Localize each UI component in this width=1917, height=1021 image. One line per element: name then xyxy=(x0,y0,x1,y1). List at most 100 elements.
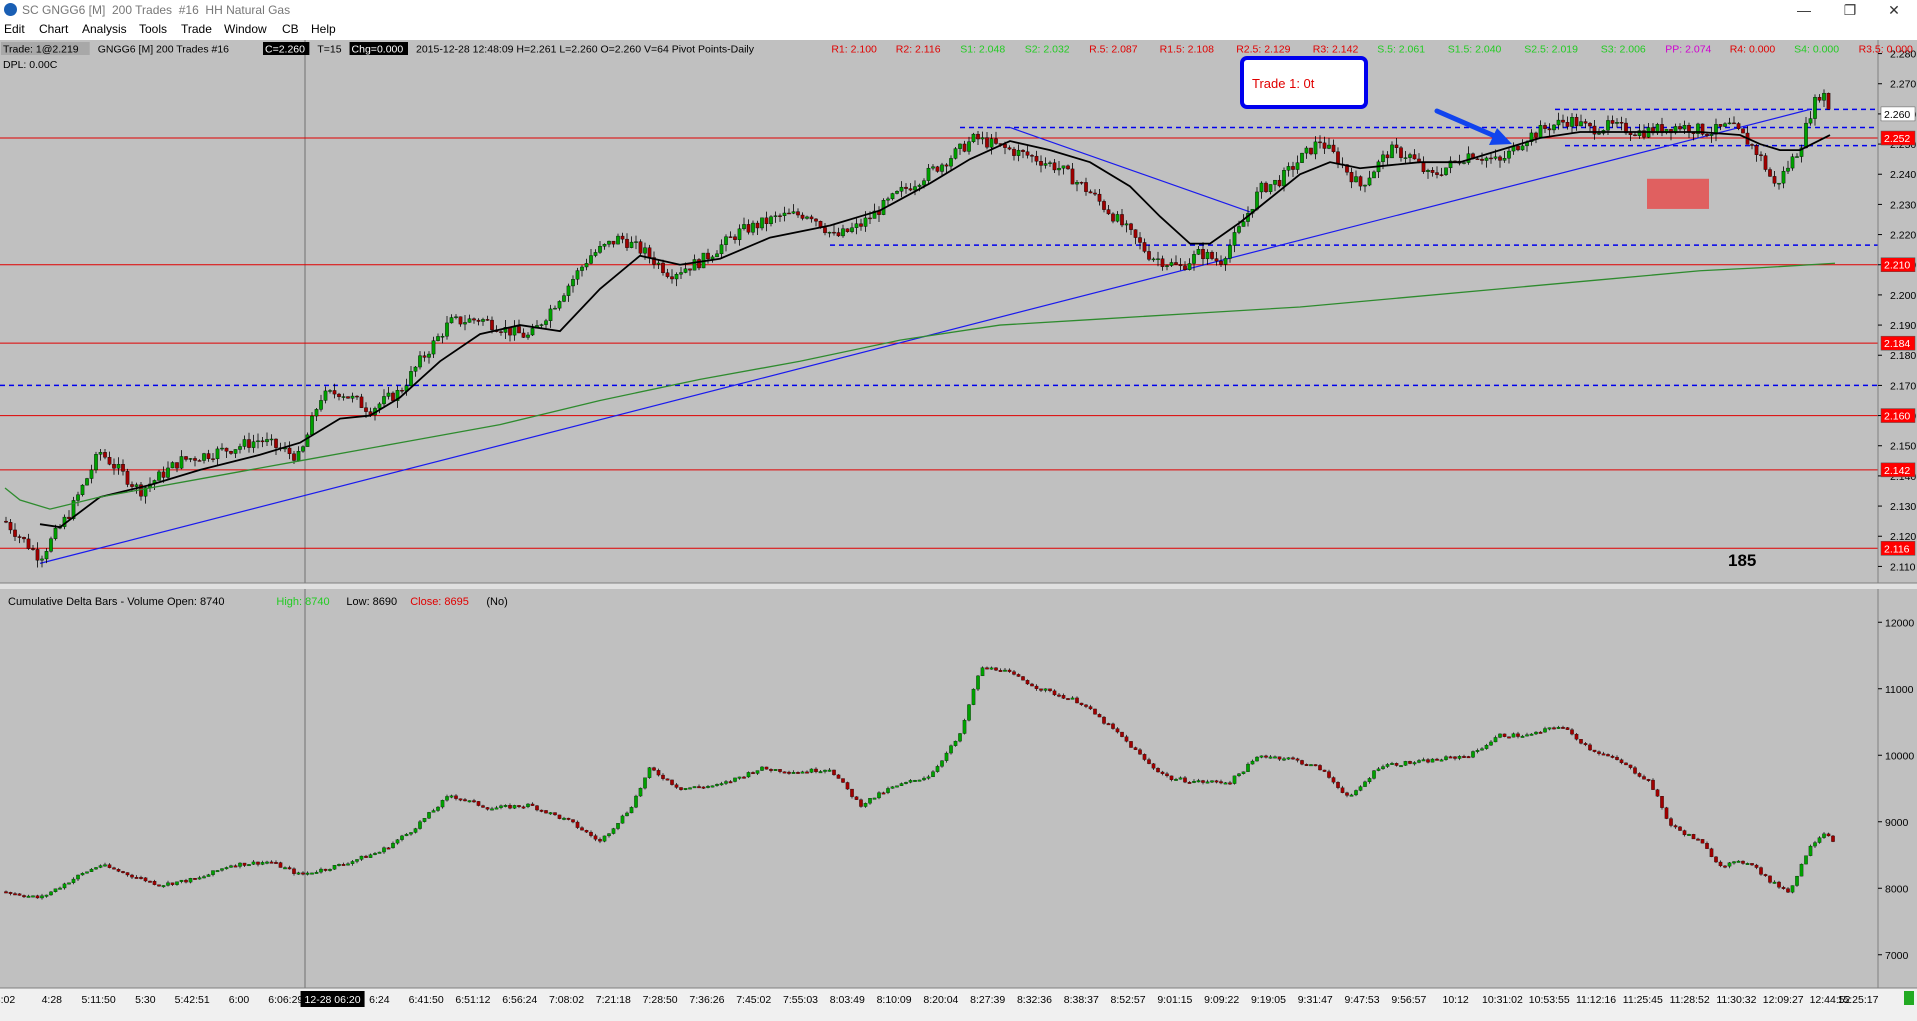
delta-bar[interactable] xyxy=(1084,704,1088,707)
delta-bar[interactable] xyxy=(1741,860,1745,864)
delta-bar[interactable] xyxy=(179,879,184,882)
price-candle[interactable] xyxy=(1421,162,1426,173)
price-candle[interactable] xyxy=(1565,122,1570,127)
price-candle[interactable] xyxy=(890,193,895,200)
delta-bar[interactable] xyxy=(328,869,332,871)
price-candle[interactable] xyxy=(1327,144,1331,149)
delta-bar[interactable] xyxy=(1448,756,1453,759)
price-candle[interactable] xyxy=(1817,97,1822,101)
delta-bar[interactable] xyxy=(994,667,998,671)
delta-bar[interactable] xyxy=(1732,861,1736,864)
delta-bar[interactable] xyxy=(1489,741,1493,746)
price-candle[interactable] xyxy=(1291,166,1295,170)
delta-bar[interactable] xyxy=(881,792,886,795)
delta-bar[interactable] xyxy=(607,833,611,837)
delta-bar[interactable] xyxy=(1169,775,1174,780)
price-candle[interactable] xyxy=(526,334,530,338)
price-candle[interactable] xyxy=(580,266,584,271)
price-candle[interactable] xyxy=(35,549,40,561)
delta-bar[interactable] xyxy=(940,760,944,767)
price-candle[interactable] xyxy=(1219,260,1223,265)
delta-bar[interactable] xyxy=(1102,716,1106,724)
price-candle[interactable] xyxy=(850,227,854,232)
delta-bar[interactable] xyxy=(1466,756,1471,759)
delta-bar[interactable] xyxy=(1394,763,1399,766)
delta-bar[interactable] xyxy=(890,786,895,789)
delta-bar[interactable] xyxy=(670,779,674,785)
delta-bar[interactable] xyxy=(1174,779,1178,781)
delta-bar[interactable] xyxy=(1786,888,1790,893)
price-candle[interactable] xyxy=(706,252,710,260)
delta-bar[interactable] xyxy=(841,778,845,783)
price-candle[interactable] xyxy=(935,166,940,172)
price-candle[interactable] xyxy=(1705,134,1709,136)
price-candle[interactable] xyxy=(895,191,899,194)
price-candle[interactable] xyxy=(1390,144,1394,159)
price-candle[interactable] xyxy=(899,186,904,192)
delta-bar[interactable] xyxy=(1529,733,1534,736)
price-candle[interactable] xyxy=(76,494,80,501)
price-candle[interactable] xyxy=(530,328,535,336)
delta-bar[interactable] xyxy=(1106,723,1111,726)
price-candle[interactable] xyxy=(692,259,697,271)
price-candle[interactable] xyxy=(1385,154,1390,159)
price-candle[interactable] xyxy=(301,446,305,452)
delta-bar[interactable] xyxy=(1340,787,1345,793)
price-candle[interactable] xyxy=(238,446,242,450)
price-candle[interactable] xyxy=(1619,122,1624,124)
delta-bar[interactable] xyxy=(886,788,890,793)
delta-bar[interactable] xyxy=(206,874,211,877)
price-candle[interactable] xyxy=(1507,150,1511,159)
price-candle[interactable] xyxy=(4,520,8,523)
price-candle[interactable] xyxy=(1786,167,1790,172)
delta-bar[interactable] xyxy=(287,867,292,870)
delta-bar[interactable] xyxy=(1750,863,1754,866)
delta-bar[interactable] xyxy=(1313,764,1318,767)
delta-bar[interactable] xyxy=(260,862,265,865)
delta-bar[interactable] xyxy=(980,667,985,677)
delta-bar[interactable] xyxy=(467,800,472,803)
delta-bar[interactable] xyxy=(31,895,35,898)
price-candle[interactable] xyxy=(1237,226,1241,233)
price-candle[interactable] xyxy=(269,438,274,441)
price-candle[interactable] xyxy=(1057,167,1061,171)
price-candle[interactable] xyxy=(1363,184,1367,187)
delta-bar[interactable] xyxy=(1628,764,1633,768)
price-candle[interactable] xyxy=(1403,157,1408,159)
price-candle[interactable] xyxy=(350,395,355,399)
price-candle[interactable] xyxy=(1516,145,1520,151)
price-candle[interactable] xyxy=(1426,170,1430,173)
delta-bar[interactable] xyxy=(782,771,787,774)
delta-bar[interactable] xyxy=(80,872,85,876)
delta-bar[interactable] xyxy=(1435,758,1439,761)
delta-bar[interactable] xyxy=(796,772,800,774)
price-candle[interactable] xyxy=(377,403,382,409)
price-candle[interactable] xyxy=(949,158,953,167)
price-candle[interactable] xyxy=(917,184,922,187)
delta-bar[interactable] xyxy=(805,771,809,774)
delta-bar[interactable] xyxy=(359,855,364,860)
delta-bar[interactable] xyxy=(773,769,778,771)
delta-bar[interactable] xyxy=(188,878,193,883)
delta-bar[interactable] xyxy=(1016,674,1021,677)
price-candle[interactable] xyxy=(332,390,337,395)
price-candle[interactable] xyxy=(328,390,332,392)
delta-bar[interactable] xyxy=(1151,763,1156,769)
delta-bar[interactable] xyxy=(53,888,58,893)
price-candle[interactable] xyxy=(1133,229,1138,238)
delta-bar[interactable] xyxy=(1255,756,1259,762)
price-candle[interactable] xyxy=(1084,182,1088,192)
price-candle[interactable] xyxy=(1106,209,1111,215)
price-candle[interactable] xyxy=(1538,125,1543,138)
delta-bar[interactable] xyxy=(1799,863,1804,877)
price-candle[interactable] xyxy=(1570,117,1574,127)
delta-bar[interactable] xyxy=(872,797,877,800)
delta-bar[interactable] xyxy=(1592,749,1597,752)
delta-bar[interactable] xyxy=(1444,756,1448,760)
delta-bar[interactable] xyxy=(1831,835,1835,842)
price-candle[interactable] xyxy=(1205,251,1210,260)
delta-bar[interactable] xyxy=(1354,790,1358,796)
price-candle[interactable] xyxy=(1534,132,1538,138)
delta-bar[interactable] xyxy=(1475,750,1480,752)
price-candle[interactable] xyxy=(539,324,544,326)
